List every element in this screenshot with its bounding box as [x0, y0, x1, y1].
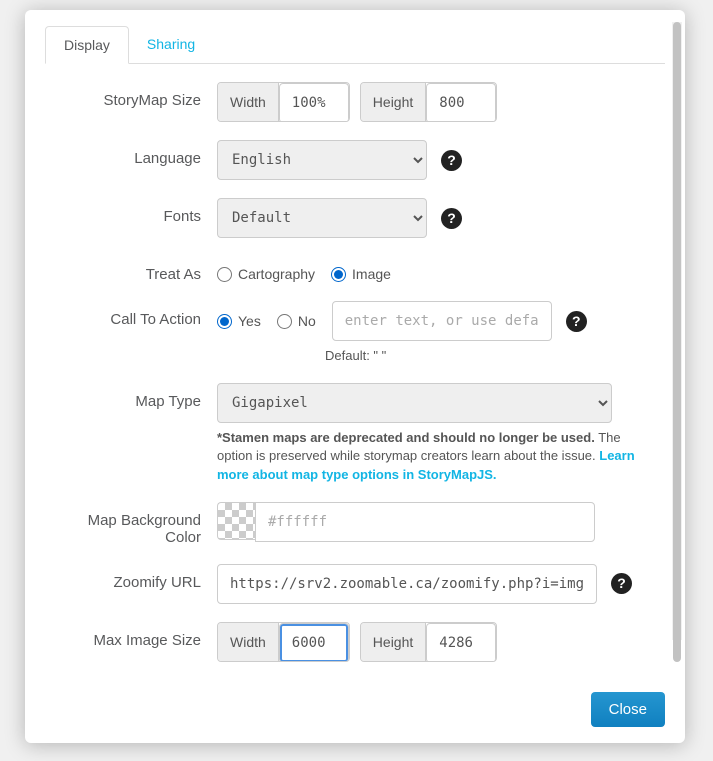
radio-cartography[interactable]: [217, 267, 232, 282]
tab-bar: Display Sharing: [45, 25, 665, 64]
scrollbar[interactable]: [672, 22, 682, 640]
help-icon[interactable]: ?: [611, 573, 632, 594]
radio-cta-no[interactable]: [277, 314, 292, 329]
maptype-select[interactable]: Gigapixel: [217, 383, 612, 423]
width-addon: Width: [218, 83, 279, 121]
tab-sharing[interactable]: Sharing: [129, 26, 213, 64]
zoomify-url-input[interactable]: [217, 564, 597, 604]
close-button[interactable]: Close: [591, 692, 665, 727]
help-icon[interactable]: ?: [441, 150, 462, 171]
settings-form: StoryMap Size Width Height Language: [45, 64, 665, 674]
settings-modal: Display Sharing StoryMap Size Width Heig…: [25, 10, 685, 743]
radio-cta-yes[interactable]: [217, 314, 232, 329]
treatas-label: Treat As: [49, 256, 217, 283]
bgcolor-label: Map Background Color: [49, 502, 217, 546]
storymap-height-input[interactable]: [426, 83, 496, 122]
height-addon: Height: [361, 83, 426, 121]
modal-footer: Close: [25, 680, 685, 743]
zoomify-label: Zoomify URL: [49, 564, 217, 591]
language-label: Language: [49, 140, 217, 167]
maptype-note: *Stamen maps are deprecated and should n…: [217, 429, 655, 484]
maxsize-height-input[interactable]: [426, 623, 496, 662]
maptype-label: Map Type: [49, 383, 217, 410]
help-icon[interactable]: ?: [441, 208, 462, 229]
maxsize-label: Max Image Size: [49, 622, 217, 649]
radio-image[interactable]: [331, 267, 346, 282]
treatas-image[interactable]: Image: [331, 266, 391, 282]
help-icon[interactable]: ?: [566, 311, 587, 332]
cta-yes[interactable]: Yes: [217, 313, 261, 329]
cta-label: Call To Action: [49, 301, 217, 328]
bgcolor-input[interactable]: [255, 502, 595, 542]
tab-display[interactable]: Display: [45, 26, 129, 64]
treatas-cartography[interactable]: Cartography: [217, 266, 315, 282]
warning-icon: [217, 672, 231, 674]
language-select[interactable]: English: [217, 140, 427, 180]
cta-no[interactable]: No: [277, 313, 316, 329]
maxsize-width-input[interactable]: [279, 623, 349, 662]
color-swatch[interactable]: [217, 502, 255, 540]
fonts-select[interactable]: Default: [217, 198, 427, 238]
scrollbar-thumb[interactable]: [673, 22, 681, 662]
fonts-label: Fonts: [49, 198, 217, 225]
size-label: StoryMap Size: [49, 82, 217, 109]
maxsize-warning: Changing the max image size may move the…: [217, 670, 655, 674]
storymap-width-input[interactable]: [279, 83, 349, 122]
cta-default-note: Default: " ": [325, 347, 655, 365]
cta-text-input[interactable]: [332, 301, 552, 341]
